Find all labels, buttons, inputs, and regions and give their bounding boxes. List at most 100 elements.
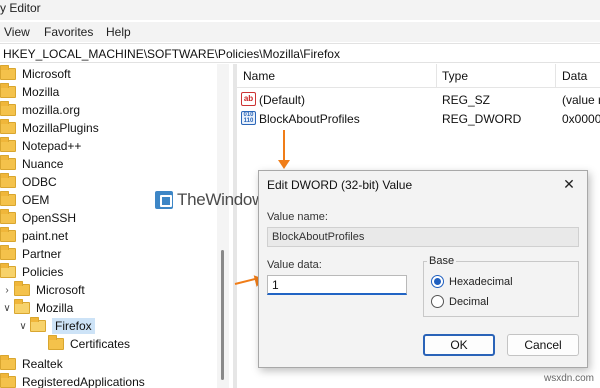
folder-icon: [0, 355, 16, 370]
tree-item-label: Partner: [22, 247, 62, 261]
value-name: (Default): [259, 93, 306, 107]
folder-icon: [0, 173, 16, 188]
tree-item-label: Notepad++: [22, 139, 82, 153]
folder-icon: [0, 209, 16, 224]
radio-checked-icon[interactable]: [431, 275, 444, 288]
radio-label: Hexadecimal: [449, 275, 513, 288]
menu-favorites[interactable]: Favorites: [44, 25, 93, 39]
value-data-label: Value data:: [267, 259, 322, 271]
tree-item-label: RegisteredApplications: [22, 375, 145, 388]
tree-scrollbar-thumb[interactable]: [221, 250, 224, 380]
edit-dword-dialog: Edit DWORD (32-bit) Value ✕ Value name: …: [258, 170, 588, 368]
cancel-button[interactable]: Cancel: [507, 334, 579, 356]
address-path: HKEY_LOCAL_MACHINE\SOFTWARE\Policies\Moz…: [3, 47, 340, 61]
value-data: (value n: [562, 93, 600, 107]
tree-item-label: paint.net: [22, 229, 69, 243]
tree-item-mozilla[interactable]: Mozilla: [0, 83, 59, 101]
tree-item-mozillaplugins[interactable]: MozillaPlugins: [0, 119, 99, 137]
tree-item-nuance[interactable]: Nuance: [0, 155, 63, 173]
list-row-default[interactable]: ab (Default) REG_SZ (value n: [237, 91, 600, 109]
tree-scrollbar[interactable]: [217, 64, 229, 388]
folder-icon: [0, 191, 16, 206]
tree-item-label: Mozilla: [36, 301, 74, 315]
value-name-field: BlockAboutProfiles: [267, 227, 579, 247]
list-row-blockaboutprofiles[interactable]: 010 110 BlockAboutProfiles REG_DWORD 0x00…: [237, 110, 600, 128]
menu-bar: View Favorites Help: [0, 22, 600, 42]
tree-item-label: Firefox: [52, 318, 95, 334]
tree-item-odbc[interactable]: ODBC: [0, 173, 57, 191]
chevron-down-icon[interactable]: ∨: [2, 303, 12, 314]
tree-item-label: Policies: [22, 265, 64, 279]
folder-icon: [14, 281, 30, 296]
base-label: Base: [427, 255, 457, 267]
folder-icon: [0, 83, 16, 98]
tree-item-label: Mozilla: [22, 85, 60, 99]
folder-icon: [0, 373, 16, 388]
value-type: REG_DWORD: [442, 112, 522, 126]
annotation-arrow-down-head: [278, 160, 290, 169]
value-name-label: Value name:: [267, 211, 328, 223]
folder-icon: [0, 137, 16, 152]
tree-item-policies[interactable]: Policies: [0, 263, 63, 281]
tree-item-certificates[interactable]: Certificates: [48, 335, 130, 353]
tree-item-notepad[interactable]: Notepad++: [0, 137, 81, 155]
tree-item-policies-mozilla[interactable]: ∨ Mozilla: [2, 299, 73, 317]
base-groupbox: [423, 261, 579, 317]
tree-item-policies-microsoft[interactable]: › Microsoft: [2, 281, 85, 299]
column-divider[interactable]: [555, 64, 556, 88]
windows-club-logo-icon: [155, 191, 173, 209]
tree-item-label: Certificates: [70, 337, 131, 351]
tree-item-label: Realtek: [22, 357, 63, 371]
close-icon[interactable]: ✕: [559, 175, 579, 193]
tree-item-label: OEM: [22, 193, 50, 207]
radio-hexadecimal[interactable]: Hexadecimal: [431, 275, 513, 288]
title-bar: y Editor: [0, 0, 600, 20]
folder-open-icon: [14, 299, 30, 314]
radio-unchecked-icon[interactable]: [431, 295, 444, 308]
chevron-down-icon[interactable]: ∨: [18, 321, 28, 332]
registry-tree: Microsoft Mozilla mozilla.org MozillaPlu…: [0, 64, 233, 388]
tree-item-label: Microsoft: [22, 67, 71, 81]
tree-item-mozilla-org[interactable]: mozilla.org: [0, 101, 80, 119]
value-name: BlockAboutProfiles: [259, 112, 360, 126]
radio-label: Decimal: [449, 295, 489, 308]
folder-open-icon: [0, 263, 16, 278]
column-data[interactable]: Data: [562, 69, 587, 83]
chevron-right-icon[interactable]: ›: [2, 285, 12, 296]
tree-item-registeredapplications[interactable]: RegisteredApplications: [0, 373, 145, 388]
site-watermark: wsxdn.com: [543, 373, 594, 384]
folder-icon: [0, 119, 16, 134]
column-type[interactable]: Type: [442, 69, 468, 83]
column-divider[interactable]: [436, 64, 437, 88]
folder-icon: [0, 227, 16, 242]
value-type: REG_SZ: [442, 93, 491, 107]
string-value-icon: ab: [241, 92, 256, 106]
window-title: y Editor: [0, 1, 41, 15]
tree-item-label: ODBC: [22, 175, 57, 189]
address-bar[interactable]: HKEY_LOCAL_MACHINE\SOFTWARE\Policies\Moz…: [0, 43, 600, 63]
tree-item-microsoft[interactable]: Microsoft: [0, 65, 71, 83]
tree-item-oem[interactable]: OEM: [0, 191, 49, 209]
radio-decimal[interactable]: Decimal: [431, 295, 489, 308]
folder-icon: [0, 101, 16, 116]
menu-help[interactable]: Help: [106, 25, 131, 39]
tree-item-firefox[interactable]: ∨ Firefox: [18, 317, 95, 335]
tree-item-realtek[interactable]: Realtek: [0, 355, 63, 373]
tree-item-label: MozillaPlugins: [22, 121, 99, 135]
value-data-input[interactable]: 1: [267, 275, 407, 295]
folder-icon: [48, 335, 64, 350]
binary-value-icon: 010 110: [241, 111, 256, 125]
column-name[interactable]: Name: [243, 69, 275, 83]
folder-icon: [0, 155, 16, 170]
value-data: 0x00000: [562, 112, 600, 126]
tree-item-partner[interactable]: Partner: [0, 245, 61, 263]
dialog-title: Edit DWORD (32-bit) Value: [267, 178, 413, 192]
tree-item-openssh[interactable]: OpenSSH: [0, 209, 76, 227]
folder-open-icon: [30, 317, 46, 332]
menu-view[interactable]: View: [4, 25, 30, 39]
folder-icon: [0, 245, 16, 260]
tree-item-label: Microsoft: [36, 283, 85, 297]
folder-icon: [0, 65, 16, 80]
ok-button[interactable]: OK: [423, 334, 495, 356]
tree-item-paint-net[interactable]: paint.net: [0, 227, 68, 245]
